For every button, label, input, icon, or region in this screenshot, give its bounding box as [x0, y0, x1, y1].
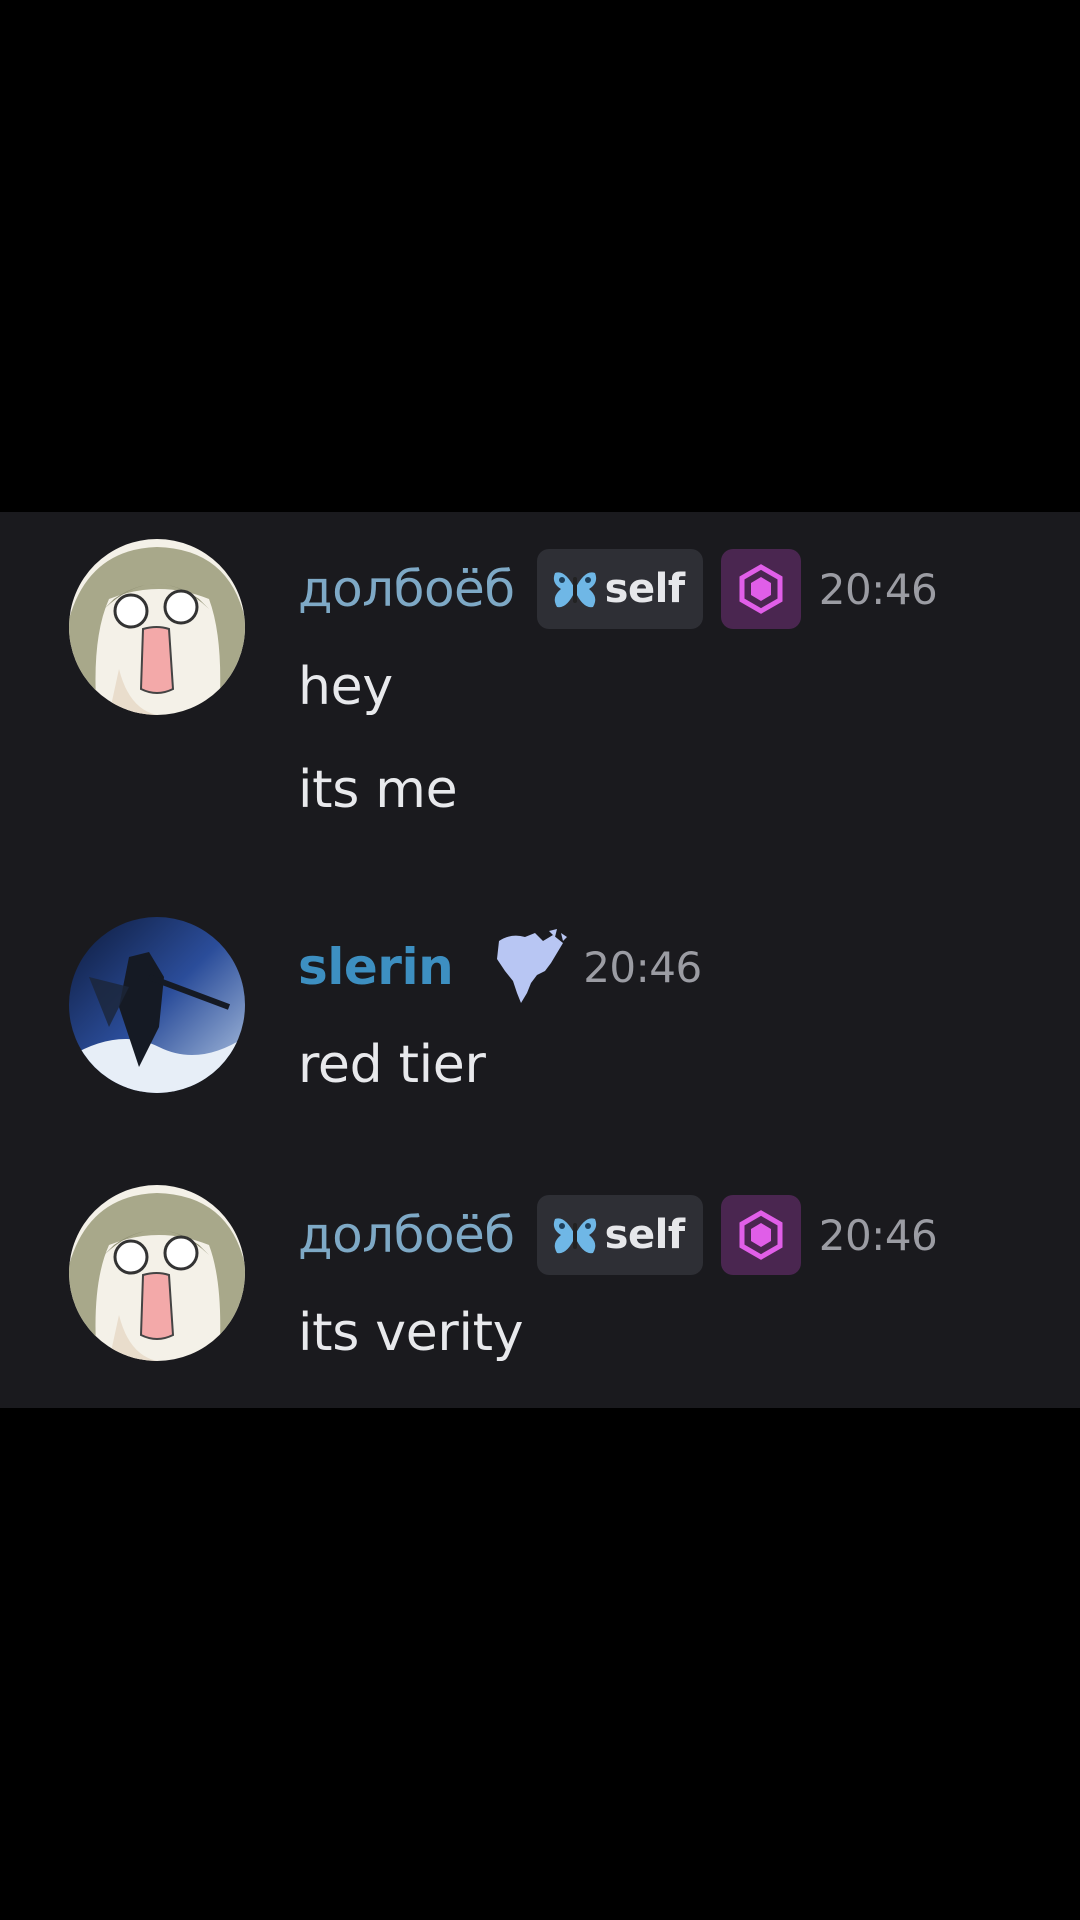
- timestamp: 20:46: [583, 942, 702, 992]
- user-avatar[interactable]: [69, 1185, 245, 1361]
- message-text: red tier: [298, 1035, 486, 1095]
- butterfly-icon: [553, 572, 596, 608]
- role-badge[interactable]: [720, 1195, 801, 1275]
- tag-label: self: [604, 566, 686, 612]
- user-tag[interactable]: self: [536, 1195, 703, 1275]
- message-text: its me: [298, 760, 458, 820]
- username[interactable]: slerin: [298, 927, 454, 1007]
- user-avatar[interactable]: [69, 917, 245, 1093]
- north-america-map-icon[interactable]: [491, 927, 569, 1007]
- user-tag[interactable]: self: [536, 549, 703, 629]
- tag-label: self: [604, 1212, 686, 1258]
- timestamp: 20:46: [818, 564, 938, 614]
- user-avatar[interactable]: [69, 539, 245, 715]
- username[interactable]: долбоёб: [298, 1195, 515, 1275]
- username[interactable]: долбоёб: [298, 549, 515, 629]
- timestamp: 20:46: [818, 1210, 938, 1260]
- butterfly-icon: [553, 1218, 596, 1254]
- hexagon-gem-icon: [739, 564, 783, 614]
- message-text: hey: [298, 657, 393, 717]
- role-badge[interactable]: [720, 549, 801, 629]
- chat-panel: долбоёб self 20:46 hey its me slerin 20:…: [0, 512, 1080, 1408]
- message-text: its verity: [298, 1303, 524, 1363]
- hexagon-gem-icon: [739, 1210, 783, 1260]
